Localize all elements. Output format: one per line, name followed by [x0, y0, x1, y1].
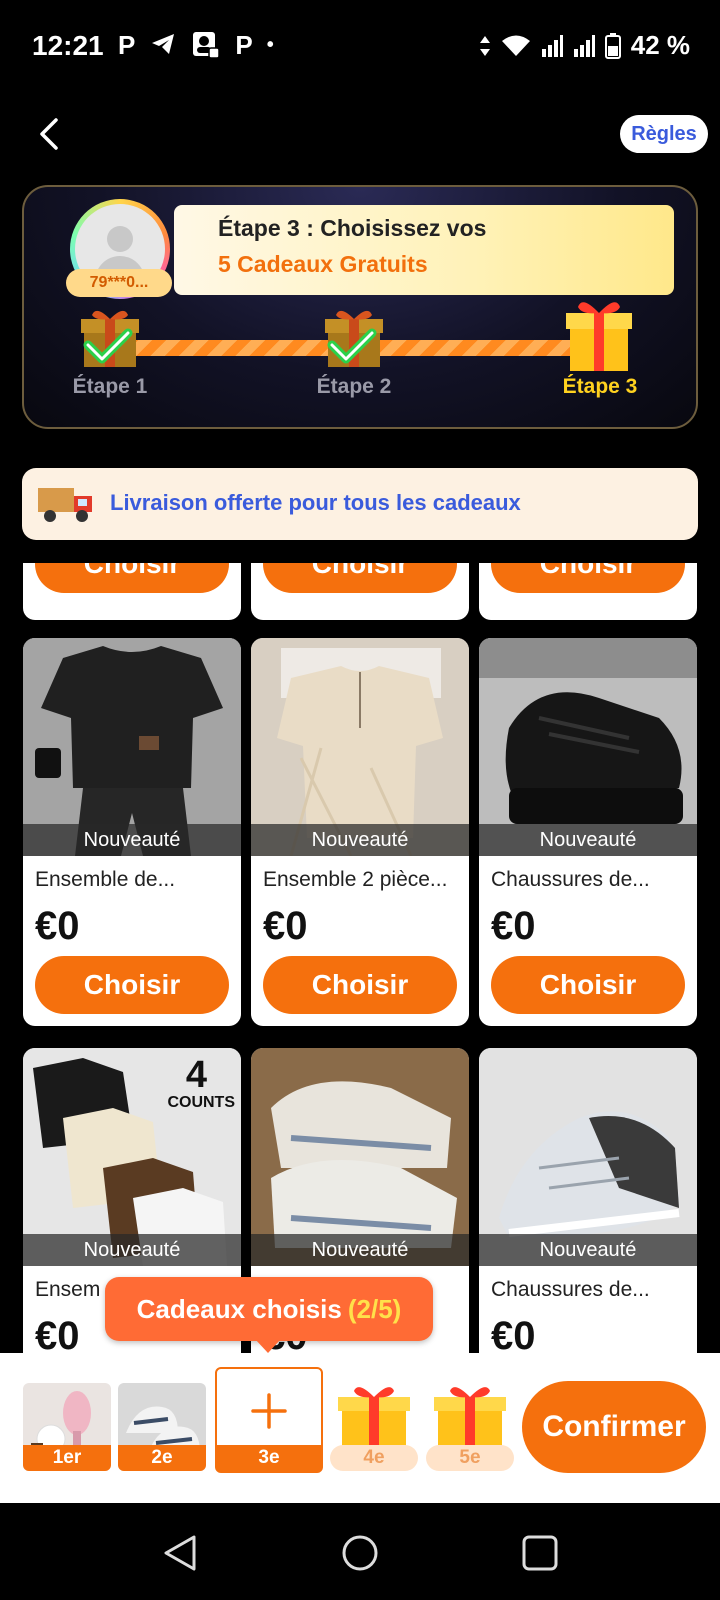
- add-gift-slot-3[interactable]: 3e: [215, 1367, 323, 1473]
- new-badge: Nouveauté: [23, 824, 241, 856]
- confirm-button[interactable]: Confirmer: [522, 1381, 706, 1473]
- step-label-1: Étape 1: [72, 375, 148, 398]
- free-shipping-text: Livraison offerte pour tous les cadeaux: [110, 490, 521, 515]
- system-nav-bar: [0, 1503, 720, 1600]
- new-badge: Nouveauté: [479, 1234, 697, 1266]
- parking-app-icon: P: [235, 30, 253, 60]
- product-image: Nouveauté: [23, 638, 241, 856]
- product-image: Nouveauté: [479, 1048, 697, 1266]
- wifi-icon: [501, 35, 530, 56]
- product-card[interactable]: Nouveauté Chaussures de... €0: [479, 1048, 697, 1353]
- telegram-icon: [152, 34, 175, 54]
- product-price: €0: [35, 1314, 80, 1353]
- slot-label: 3e: [217, 1445, 321, 1471]
- notification-icons: P P •: [118, 30, 274, 61]
- user-id-badge: 79***0...: [66, 269, 172, 297]
- rules-button[interactable]: Règles: [620, 115, 708, 153]
- product-card[interactable]: Choisir: [251, 563, 469, 620]
- choose-button[interactable]: Choisir: [263, 956, 457, 1014]
- new-badge: Nouveauté: [23, 1234, 241, 1266]
- data-arrows-icon: [479, 35, 490, 56]
- back-button[interactable]: [30, 112, 70, 160]
- toast-pointer: [255, 1339, 281, 1353]
- status-time: 12:21: [32, 30, 104, 61]
- product-price: €0: [263, 904, 308, 948]
- recents-nav-icon[interactable]: [520, 1533, 560, 1573]
- chevron-left-icon: [40, 118, 58, 150]
- choose-button[interactable]: Choisir: [491, 956, 685, 1014]
- product-image: 4 COUNTS Nouveauté: [23, 1048, 241, 1266]
- gift-completed-icon: [325, 310, 383, 367]
- slot-label: 2e: [118, 1445, 206, 1471]
- signal-icon: [573, 34, 595, 57]
- step-progress-card: 79***0... Étape 3 : Choisissez vos 5 Cad…: [22, 185, 698, 429]
- new-badge: Nouveauté: [251, 1234, 469, 1266]
- gift-placeholder-icon: [434, 1387, 506, 1447]
- product-card[interactable]: Choisir: [23, 563, 241, 620]
- product-price: €0: [491, 1314, 536, 1353]
- bundle-count-unit: COUNTS: [167, 1094, 235, 1111]
- gift-active-icon: [566, 302, 632, 371]
- gift-completed-icon: [81, 310, 139, 367]
- product-grid[interactable]: Choisir Choisir Choisir Nouveauté Ensemb…: [0, 563, 720, 1353]
- battery-icon: [604, 32, 621, 59]
- step-banner: Étape 3 : Choisissez vos 5 Cadeaux Gratu…: [174, 205, 674, 295]
- parking-app-icon: P: [118, 30, 136, 60]
- home-nav-icon[interactable]: [340, 1533, 380, 1573]
- choose-button[interactable]: Choisir: [491, 563, 685, 593]
- product-price: €0: [35, 904, 80, 948]
- product-image: Nouveauté: [251, 638, 469, 856]
- plus-icon: [251, 1393, 287, 1429]
- step-label-2: Étape 2: [316, 375, 392, 398]
- step-label-3: Étape 3: [562, 375, 638, 398]
- product-title: Chaussures de...: [491, 868, 650, 891]
- free-shipping-banner: Livraison offerte pour tous les cadeaux: [22, 468, 698, 540]
- contacts-app-icon: [193, 32, 221, 59]
- step-subtitle: 5 Cadeaux Gratuits: [218, 251, 428, 277]
- dot-icon: •: [266, 34, 274, 56]
- product-title: Ensemble de...: [35, 868, 176, 891]
- choose-button[interactable]: Choisir: [35, 956, 229, 1014]
- bundle-count: 4: [185, 1054, 207, 1096]
- status-bar: 12:21 P P • 42 %: [0, 0, 720, 96]
- slot-label: 4e: [330, 1445, 418, 1471]
- product-title: Chaussures de...: [491, 1278, 650, 1301]
- product-price: €0: [491, 904, 536, 948]
- product-card[interactable]: Nouveauté Chaussures de... €0 Choisir: [479, 638, 697, 1026]
- new-badge: Nouveauté: [479, 824, 697, 856]
- selected-gifts-toast: Cadeaux choisis (2/5): [105, 1277, 433, 1341]
- delivery-truck-icon: [38, 488, 92, 522]
- system-icons: 42 %: [479, 30, 690, 61]
- choose-button[interactable]: Choisir: [35, 563, 229, 593]
- product-image: Nouveauté: [479, 638, 697, 856]
- gift-slot-2[interactable]: 2e: [118, 1383, 206, 1471]
- gift-slot-1[interactable]: 1er: [23, 1383, 111, 1471]
- choose-button[interactable]: Choisir: [263, 563, 457, 593]
- gift-placeholder-icon: [338, 1387, 410, 1447]
- product-card[interactable]: Nouveauté Ensemble de... €0 Choisir: [23, 638, 241, 1026]
- new-badge: Nouveauté: [251, 824, 469, 856]
- slot-label: 5e: [426, 1445, 514, 1471]
- battery-percent: 42 %: [630, 30, 690, 60]
- step-title: Étape 3 : Choisissez vos: [218, 215, 487, 241]
- product-image: Nouveauté: [251, 1048, 469, 1266]
- signal-icon: [541, 34, 563, 57]
- toast-count: (2/5): [347, 1293, 402, 1324]
- back-nav-icon[interactable]: [160, 1533, 200, 1573]
- toast-text: Cadeaux choisis: [136, 1293, 342, 1324]
- product-card[interactable]: Choisir: [479, 563, 697, 620]
- slot-label: 1er: [23, 1445, 111, 1471]
- product-title: Ensemble 2 pièce...: [263, 868, 448, 891]
- product-card[interactable]: Nouveauté Ensemble 2 pièce... €0 Choisir: [251, 638, 469, 1026]
- gift-slot-4[interactable]: 4e: [330, 1383, 418, 1471]
- gift-slot-5[interactable]: 5e: [426, 1383, 514, 1471]
